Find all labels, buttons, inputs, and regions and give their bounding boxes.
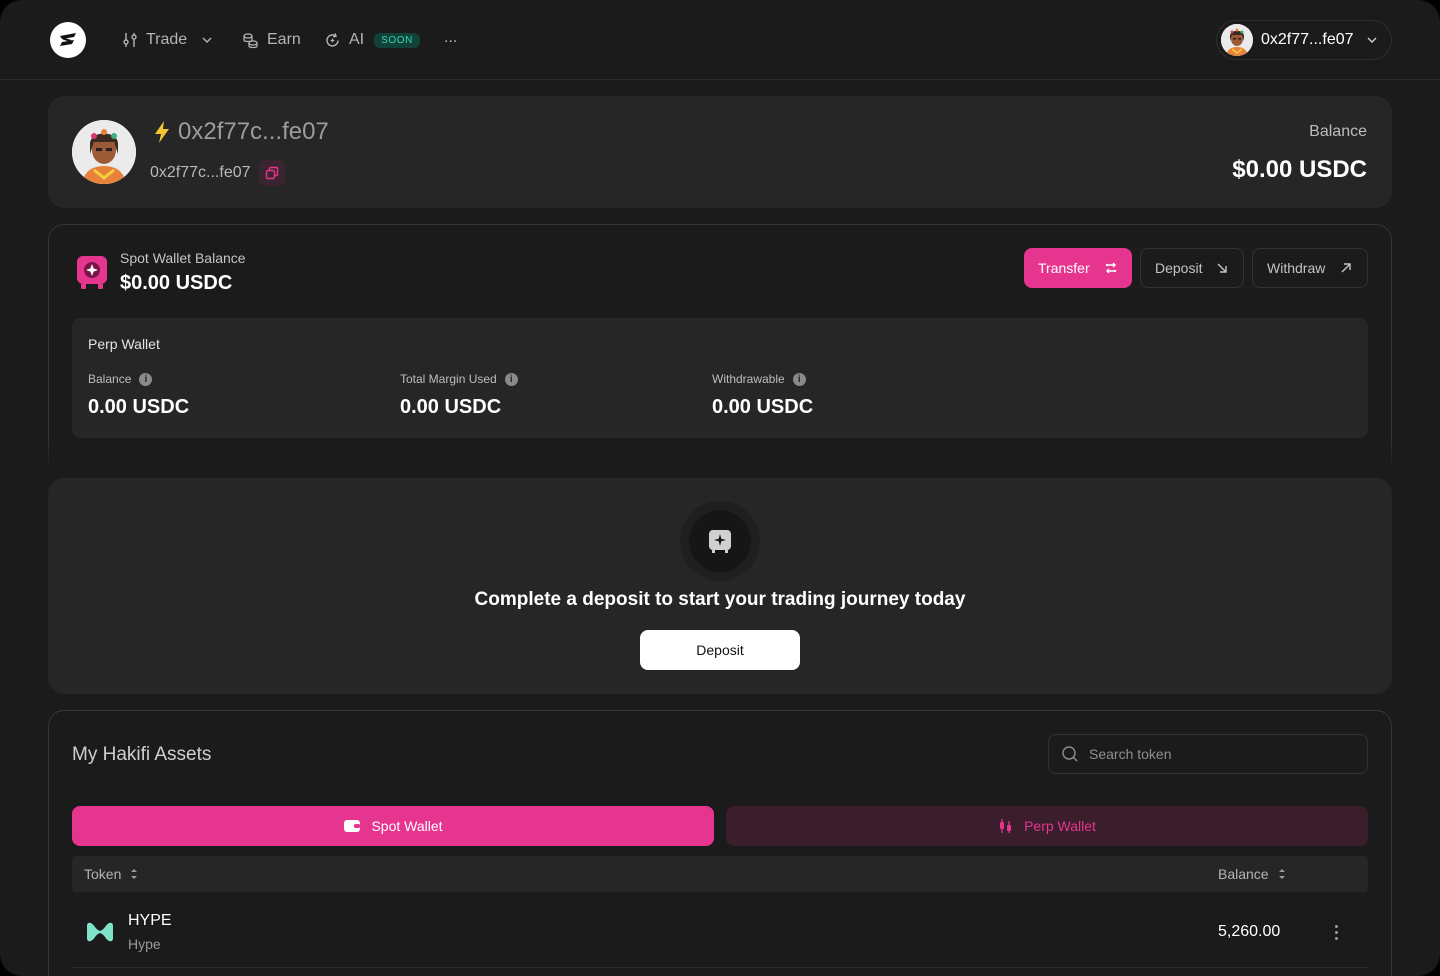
deposit-label: Deposit [1155, 260, 1203, 276]
app-window: Trade Earn AI SOON ... 0x2f77...fe07 0x2… [0, 0, 1440, 976]
info-icon[interactable]: i [504, 372, 518, 386]
profile-address: 0x2f77c...fe07 [150, 164, 251, 181]
profile-address-row: 0x2f77c...fe07 [150, 160, 285, 186]
copy-address-button[interactable] [258, 160, 285, 186]
tab-spot-label: Spot Wallet [371, 818, 443, 834]
nav-trade[interactable]: Trade [122, 28, 213, 52]
assets-title: My Hakifi Assets [72, 744, 212, 765]
table-header [72, 856, 1368, 892]
transfer-icon [1105, 262, 1117, 274]
account-menu-button[interactable]: 0x2f77...fe07 [1216, 20, 1392, 60]
row-menu-button[interactable] [1328, 922, 1344, 942]
soon-badge: SOON [374, 32, 420, 48]
token-name: Hype [128, 936, 161, 952]
column-header-token[interactable]: Token [84, 866, 139, 882]
deposit-cta-icon-ring [680, 501, 760, 581]
token-balance: 5,260.00 [1218, 923, 1281, 940]
profile-balance-value: $0.00 USDC [1232, 156, 1367, 183]
token-symbol: HYPE [128, 912, 172, 929]
nav-ai[interactable]: AI SOON [324, 28, 420, 52]
tab-perp-wallet[interactable]: Perp Wallet [726, 806, 1368, 846]
ai-refresh-icon [326, 32, 339, 47]
nav-earn-label: Earn [267, 31, 301, 48]
search-placeholder: Search token [1089, 746, 1172, 762]
withdraw-label: Withdraw [1267, 260, 1326, 276]
sort-icon [1278, 869, 1285, 879]
profile-name: 0x2f77c...fe07 [152, 118, 329, 146]
perp-balance-label: Balance i [88, 372, 153, 386]
nav-more-label: ... [444, 29, 458, 46]
column-balance-label: Balance [1218, 866, 1269, 882]
column-header-balance[interactable]: Balance [1218, 866, 1287, 882]
chevron-down-icon [202, 37, 212, 43]
arrow-down-right-icon [1217, 263, 1227, 273]
tab-perp-label: Perp Wallet [1024, 818, 1096, 834]
search-input[interactable]: Search token [1048, 734, 1368, 774]
perp-withdrawable-value: 0.00 USDC [712, 396, 814, 418]
avatar [72, 120, 136, 184]
copy-icon [265, 166, 278, 180]
deposit-button[interactable]: Deposit [1140, 248, 1244, 288]
sliders-icon [123, 33, 137, 47]
chevron-down-icon [1367, 37, 1377, 43]
deposit-cta-button[interactable]: Deposit [640, 630, 800, 670]
top-nav: Trade Earn AI SOON ... 0x2f77...fe07 [0, 0, 1440, 80]
nav-earn[interactable]: Earn [242, 28, 301, 52]
transfer-button[interactable]: Transfer [1024, 248, 1132, 288]
wallet-icon [344, 820, 361, 832]
logo-icon [60, 33, 76, 46]
info-icon[interactable]: i [139, 372, 153, 386]
perp-margin-label-text: Total Margin Used [400, 372, 497, 386]
safe-icon [709, 530, 731, 553]
hype-token-icon [87, 922, 113, 942]
nav-trade-label: Trade [146, 31, 188, 48]
perp-margin-label: Total Margin Used i [400, 372, 518, 386]
perp-wallet-title: Perp Wallet [88, 336, 160, 352]
info-icon[interactable]: i [792, 372, 806, 386]
perp-balance-value: 0.00 USDC [88, 396, 190, 418]
table-row[interactable] [72, 900, 1368, 968]
lightning-icon [155, 121, 169, 143]
safe-icon [77, 256, 107, 289]
nav-ai-label: AI [349, 31, 365, 48]
transfer-label: Transfer [1038, 260, 1090, 276]
perp-balance-label-text: Balance [88, 372, 132, 386]
profile-balance-label: Balance [1309, 123, 1367, 140]
spot-wallet-balance: $0.00 USDC [120, 272, 233, 294]
spot-wallet-label: Spot Wallet Balance [120, 250, 246, 266]
coins-icon [243, 32, 258, 48]
perp-margin-value: 0.00 USDC [400, 396, 502, 418]
arrow-up-right-icon [1341, 263, 1351, 273]
account-address: 0x2f77...fe07 [1261, 31, 1354, 48]
sort-icon [131, 869, 138, 879]
profile-card [48, 96, 1392, 208]
tab-spot-wallet[interactable]: Spot Wallet [72, 806, 714, 846]
nav-more[interactable]: ... [444, 26, 457, 50]
candlestick-icon [1000, 819, 1012, 833]
withdraw-button[interactable]: Withdraw [1252, 248, 1368, 288]
logo[interactable] [50, 22, 86, 58]
deposit-cta-message: Complete a deposit to start your trading… [474, 589, 966, 610]
perp-withdrawable-label: Withdrawable i [712, 372, 806, 386]
perp-withdrawable-label-text: Withdrawable [712, 372, 785, 386]
search-icon [1062, 746, 1078, 762]
profile-display-name: 0x2f77c...fe07 [178, 118, 329, 145]
column-token-label: Token [84, 866, 122, 882]
profile-avatar [72, 120, 136, 184]
avatar [1221, 24, 1253, 56]
